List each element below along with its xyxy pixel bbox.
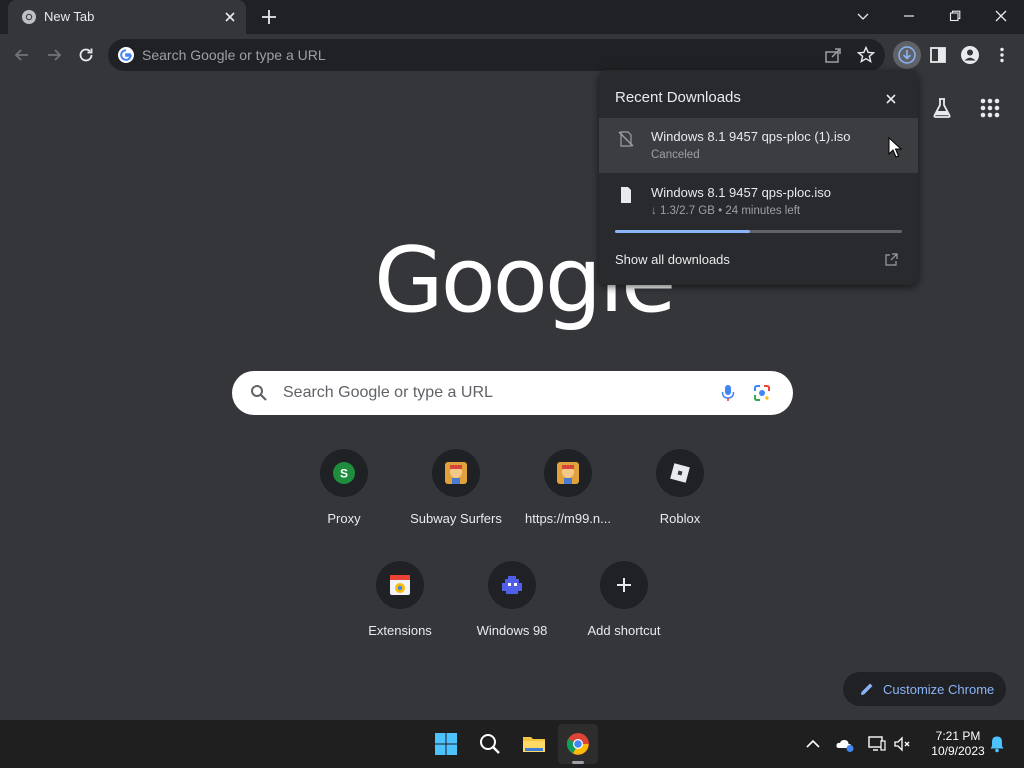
ntp-search-box[interactable]: Search Google or type a URL (232, 371, 793, 415)
profile-avatar-icon[interactable] (956, 41, 984, 69)
roblox-icon (668, 461, 692, 485)
taskbar-clock[interactable]: 7:21 PM 10/9/2023 (918, 729, 998, 759)
open-external-icon[interactable] (883, 252, 899, 268)
show-hidden-icons-chevron-icon[interactable] (803, 734, 823, 754)
shortcut-label: Extensions (368, 623, 432, 638)
clock-date: 10/9/2023 (931, 744, 985, 758)
shortcut-add[interactable]: Add shortcut (568, 561, 680, 661)
start-button[interactable] (426, 724, 466, 764)
shortcut-label: https://m99.n... (525, 511, 611, 526)
downloads-toolbar-icon[interactable] (893, 41, 921, 69)
tab-new-tab[interactable]: New Tab (8, 0, 246, 34)
folder-icon (523, 737, 545, 752)
shortcut-label: Proxy (327, 511, 361, 526)
downloads-close-icon[interactable] (881, 89, 901, 109)
proxy-letter: S (340, 467, 348, 481)
chrome-labs-flask-icon[interactable] (930, 96, 954, 120)
shortcut-windows-98[interactable]: Windows 98 (456, 561, 568, 661)
download-status: Canceled (651, 149, 700, 161)
volume-muted-icon[interactable] (893, 734, 913, 754)
plus-icon (612, 573, 636, 597)
show-all-downloads-link[interactable]: Show all downloads (615, 252, 730, 267)
bookmark-star-icon[interactable] (856, 45, 876, 65)
download-canceled-icon (617, 130, 635, 148)
forward-arrow-icon[interactable] (40, 41, 68, 69)
subway-surfers-icon (556, 461, 580, 485)
omnibox[interactable]: Search Google or type a URL (108, 39, 885, 71)
download-filename: Windows 8.1 9457 qps-ploc.iso (651, 185, 831, 200)
ntp-search-placeholder: Search Google or type a URL (283, 384, 493, 401)
voice-search-mic-icon[interactable] (718, 383, 738, 403)
downloads-bubble: Recent Downloads Windows 8.1 9457 qps-pl… (599, 70, 918, 285)
shortcut-label: Roblox (659, 511, 701, 526)
shortcut-extensions[interactable]: Extensions (344, 561, 456, 661)
windows-logo-icon (435, 733, 457, 755)
download-status: ↓ 1.3/2.7 GB • 24 minutes left (651, 205, 801, 217)
extensions-icon (388, 573, 412, 597)
shortcut-label: Windows 98 (476, 623, 548, 638)
file-icon (617, 186, 635, 204)
google-lens-icon[interactable] (752, 383, 772, 403)
restore-icon[interactable] (932, 0, 978, 32)
shortcut-subway-surfers[interactable]: Subway Surfers (400, 449, 512, 549)
tab-close-icon[interactable] (220, 7, 240, 27)
onedrive-cloud-icon[interactable] (835, 734, 855, 754)
chrome-icon (566, 733, 589, 755)
windows98-icon (500, 573, 524, 597)
active-app-indicator (572, 761, 584, 764)
customize-chrome-button[interactable]: Customize Chrome (843, 672, 1006, 706)
search-icon (250, 384, 268, 402)
tab-search-chevron-icon[interactable] (840, 0, 886, 32)
chrome-menu-kebab-icon[interactable] (988, 41, 1016, 69)
shortcut-proxy[interactable]: S Proxy (288, 449, 400, 549)
share-icon[interactable] (823, 45, 843, 65)
shortcut-label: Subway Surfers (410, 511, 502, 526)
title-bar: New Tab (0, 0, 1024, 34)
back-arrow-icon[interactable] (8, 41, 36, 69)
windows-taskbar: 7:21 PM 10/9/2023 (0, 720, 1024, 768)
network-icon[interactable] (867, 734, 887, 754)
shortcut-label: Add shortcut (587, 623, 661, 638)
downloads-title: Recent Downloads (615, 89, 741, 106)
google-g-icon (118, 47, 134, 63)
file-explorer-button[interactable] (514, 724, 554, 764)
proxy-letter-icon: S (332, 461, 356, 485)
download-item[interactable]: Windows 8.1 9457 qps-ploc.iso ↓ 1.3/2.7 … (599, 174, 918, 229)
shortcut-m99[interactable]: https://m99.n... (512, 449, 624, 549)
minimize-icon[interactable] (886, 0, 932, 32)
new-tab-plus-icon[interactable] (258, 6, 280, 28)
close-window-icon[interactable] (978, 0, 1024, 32)
download-item[interactable]: Windows 8.1 9457 qps-ploc (1).iso Cancel… (599, 118, 918, 173)
clock-time: 7:21 PM (935, 729, 981, 743)
chrome-taskbar-button[interactable] (558, 724, 598, 764)
subway-surfers-icon (444, 461, 468, 485)
download-progress-fill (615, 230, 750, 233)
reload-icon[interactable] (72, 41, 100, 69)
notification-bell-icon[interactable] (987, 734, 1007, 754)
customize-chrome-label: Customize Chrome (883, 682, 995, 697)
pencil-icon (859, 681, 875, 697)
search-icon (480, 734, 500, 754)
download-progress-bar (615, 230, 902, 233)
omnibox-placeholder: Search Google or type a URL (142, 47, 326, 63)
download-filename: Windows 8.1 9457 qps-ploc (1).iso (651, 129, 851, 144)
side-panel-icon[interactable] (924, 41, 952, 69)
tab-title: New Tab (44, 9, 95, 24)
google-apps-grid-icon[interactable] (978, 96, 1002, 120)
mouse-cursor-icon (888, 137, 902, 159)
chrome-icon (21, 9, 37, 25)
shortcut-roblox[interactable]: Roblox (624, 449, 736, 549)
taskbar-search-button[interactable] (470, 724, 510, 764)
